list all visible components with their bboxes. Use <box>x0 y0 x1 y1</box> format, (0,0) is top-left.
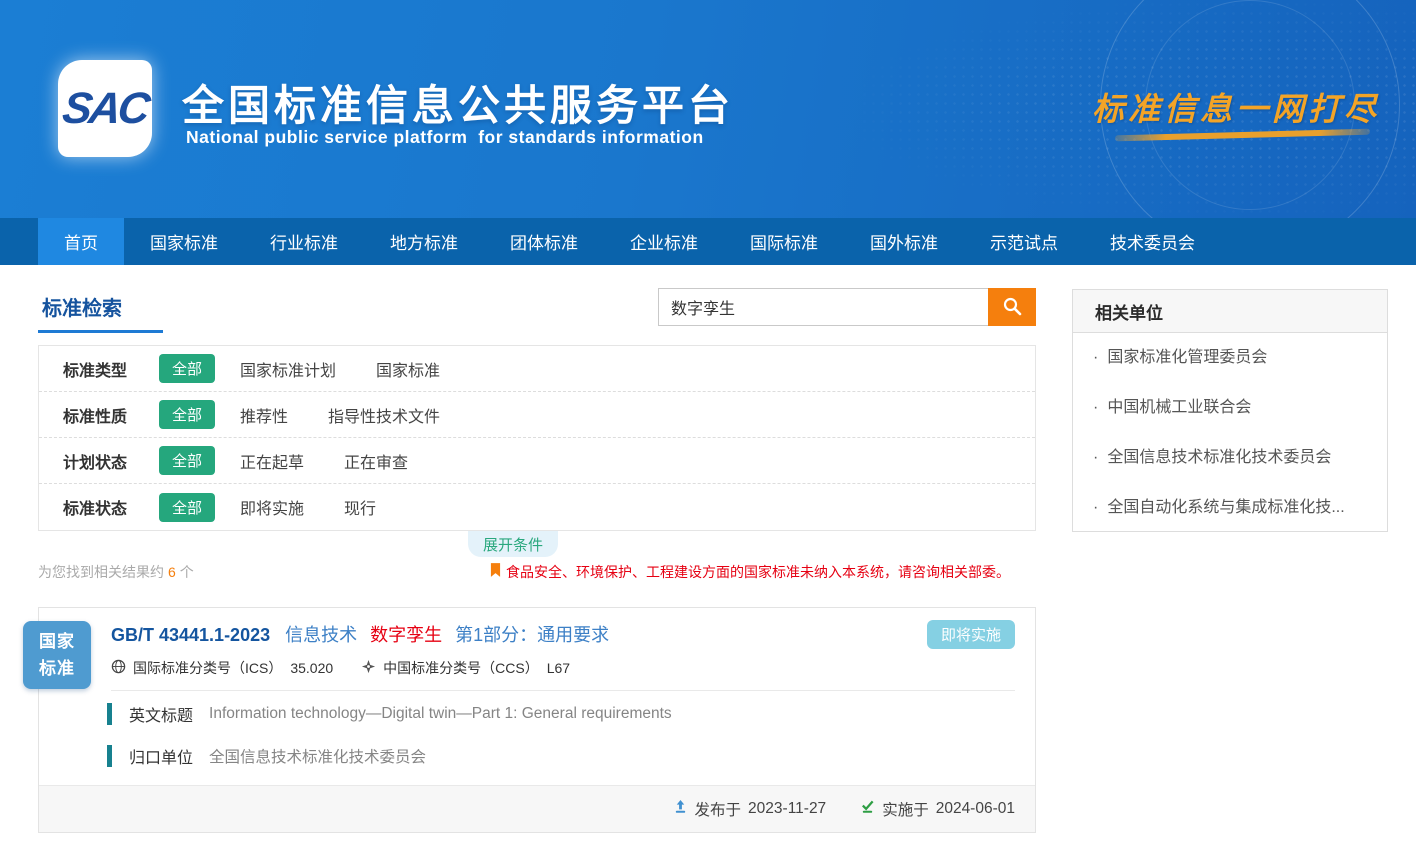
filter-option[interactable]: 现行 <box>344 495 376 519</box>
sac-logo-text: SAC <box>60 84 151 134</box>
ccs-label: 中国标准分类号（CCS） <box>383 658 539 678</box>
badge-line2: 标准 <box>39 655 75 682</box>
sac-logo[interactable]: SAC <box>58 60 152 157</box>
implement-label: 实施于 <box>882 798 929 820</box>
sidebar-item-machinery-federation[interactable]: 中国机械工业联合会 <box>1073 383 1387 433</box>
badge-line1: 国家 <box>39 628 75 655</box>
notice-text: 食品安全、环境保护、工程建设方面的国家标准未纳入本系统，请咨询相关部委。 <box>506 562 1010 582</box>
search-input[interactable] <box>658 288 988 326</box>
publish-label: 发布于 <box>695 798 742 820</box>
standard-title-part: 信息技术 <box>285 625 357 645</box>
main-nav: 首页 国家标准 行业标准 地方标准 团体标准 企业标准 国际标准 国外标准 示范… <box>0 218 1416 265</box>
classification-row: 国际标准分类号（ICS） 35.020 中国标准分类号（CCS） L67 <box>111 658 570 678</box>
field-bar-decor <box>107 703 112 725</box>
filter-panel: 标准类型 全部 国家标准计划 国家标准 标准性质 全部 推荐性 指导性技术文件 … <box>38 345 1036 531</box>
site-title: 全国标准信息公共服务平台 <box>182 72 734 133</box>
committee-row: 归口单位 全国信息技术标准化技术委员会 <box>107 744 426 768</box>
field-label: 归口单位 <box>129 744 193 768</box>
filter-row-standard-type: 标准类型 全部 国家标准计划 国家标准 <box>39 346 1035 392</box>
nav-tab-pilot[interactable]: 示范试点 <box>964 218 1084 265</box>
filter-row-standard-nature: 标准性质 全部 推荐性 指导性技术文件 <box>39 392 1035 438</box>
field-value: Information technology—Digital twin—Part… <box>209 705 672 723</box>
standard-title-part: 第1部分：通用要求 <box>455 625 609 645</box>
header-slogan: 标准信息一网打尽 <box>1092 84 1380 130</box>
nav-tab-group-standards[interactable]: 团体标准 <box>484 218 604 265</box>
status-badge: 即将实施 <box>927 620 1015 649</box>
filter-option[interactable]: 指导性技术文件 <box>328 403 440 427</box>
field-label: 英文标题 <box>129 702 193 726</box>
filter-all-button[interactable]: 全部 <box>159 400 215 429</box>
publish-icon <box>673 799 695 819</box>
system-notice: 食品安全、环境保护、工程建设方面的国家标准未纳入本系统，请咨询相关部委。 <box>490 562 1036 582</box>
ccs-value: L67 <box>547 660 570 676</box>
field-bar-decor <box>107 745 112 767</box>
filter-option[interactable]: 即将实施 <box>240 495 304 519</box>
results-info-row: 为您找到相关结果约6个 食品安全、环境保护、工程建设方面的国家标准未纳入本系统，… <box>38 561 1036 583</box>
filter-option[interactable]: 正在起草 <box>240 449 304 473</box>
related-units-panel: 相关单位 国家标准化管理委员会 中国机械工业联合会 全国信息技术标准化技术委员会… <box>1072 289 1388 532</box>
filter-row-plan-status: 计划状态 全部 正在起草 正在审查 <box>39 438 1035 484</box>
search-bar <box>658 288 1036 326</box>
sidebar-item-automation-committee[interactable]: 全国自动化系统与集成标准化技... <box>1073 483 1387 533</box>
ics-value: 35.020 <box>290 660 333 676</box>
card-divider <box>111 690 1015 691</box>
compass-icon <box>361 659 383 677</box>
page-title-underline-decor <box>38 330 163 333</box>
filter-all-button[interactable]: 全部 <box>159 493 215 522</box>
filter-label: 计划状态 <box>63 449 159 473</box>
publish-date: 2023-11-27 <box>748 800 826 818</box>
filter-all-button[interactable]: 全部 <box>159 354 215 383</box>
implement-date: 2024-06-01 <box>936 800 1015 818</box>
bookmark-icon <box>490 563 506 581</box>
standard-code: GB/T 43441.1-2023 <box>111 625 270 645</box>
nav-tab-national-standards[interactable]: 国家标准 <box>124 218 244 265</box>
sidebar-item-it-standardization-committee[interactable]: 全国信息技术标准化技术委员会 <box>1073 433 1387 483</box>
filter-option[interactable]: 国家标准 <box>376 357 440 381</box>
page-title: 标准检索 <box>42 292 122 321</box>
results-count: 为您找到相关结果约6个 <box>38 562 194 582</box>
result-card: 国家 标准 GB/T 43441.1-2023 信息技术 数字孪生 第1部分：通… <box>38 607 1036 833</box>
english-title-row: 英文标题 Information technology—Digital twin… <box>107 702 672 726</box>
nav-tab-industry-standards[interactable]: 行业标准 <box>244 218 364 265</box>
related-units-title: 相关单位 <box>1073 290 1387 333</box>
results-count-number: 6 <box>168 564 176 580</box>
filter-option[interactable]: 国家标准计划 <box>240 357 336 381</box>
search-icon <box>1002 296 1022 319</box>
publish-date-item: 发布于 2023-11-27 <box>673 798 827 820</box>
page: SAC 全国标准信息公共服务平台 National public service… <box>0 0 1416 845</box>
filter-label: 标准性质 <box>63 403 159 427</box>
nav-tab-enterprise-standards[interactable]: 企业标准 <box>604 218 724 265</box>
filter-option[interactable]: 推荐性 <box>240 403 288 427</box>
results-count-prefix: 为您找到相关结果约 <box>38 564 164 580</box>
filter-row-standard-status: 标准状态 全部 即将实施 现行 <box>39 484 1035 530</box>
nav-tab-home[interactable]: 首页 <box>38 218 124 265</box>
ics-classification: 国际标准分类号（ICS） 35.020 <box>111 658 333 678</box>
results-count-suffix: 个 <box>180 564 194 580</box>
site-subtitle: National public service platform for sta… <box>186 127 704 148</box>
filter-option[interactable]: 正在审查 <box>344 449 408 473</box>
nav-tab-foreign-standards[interactable]: 国外标准 <box>844 218 964 265</box>
header-banner: SAC 全国标准信息公共服务平台 National public service… <box>0 0 1416 218</box>
ccs-classification: 中国标准分类号（CCS） L67 <box>361 658 570 678</box>
nav-tab-local-standards[interactable]: 地方标准 <box>364 218 484 265</box>
implement-date-item: 实施于 2024-06-01 <box>860 798 1015 820</box>
filter-all-button[interactable]: 全部 <box>159 446 215 475</box>
standard-title-highlight: 数字孪生 <box>370 625 442 645</box>
national-standard-badge: 国家 标准 <box>23 621 91 689</box>
expand-conditions-button[interactable]: 展开条件 <box>468 531 558 557</box>
globe-icon <box>111 659 133 677</box>
filter-label: 标准类型 <box>63 357 159 381</box>
sidebar-item-sac[interactable]: 国家标准化管理委员会 <box>1073 333 1387 383</box>
check-icon <box>860 799 882 819</box>
filter-label: 标准状态 <box>63 495 159 519</box>
card-footer: 发布于 2023-11-27 实施于 2024-06-01 <box>39 785 1035 832</box>
nav-tab-technical-committee[interactable]: 技术委员会 <box>1084 218 1221 265</box>
nav-tab-international-standards[interactable]: 国际标准 <box>724 218 844 265</box>
search-button[interactable] <box>988 288 1036 326</box>
field-value: 全国信息技术标准化技术委员会 <box>209 745 426 767</box>
ics-label: 国际标准分类号（ICS） <box>133 658 282 678</box>
standard-title-link[interactable]: GB/T 43441.1-2023 信息技术 数字孪生 第1部分：通用要求 <box>111 621 617 647</box>
